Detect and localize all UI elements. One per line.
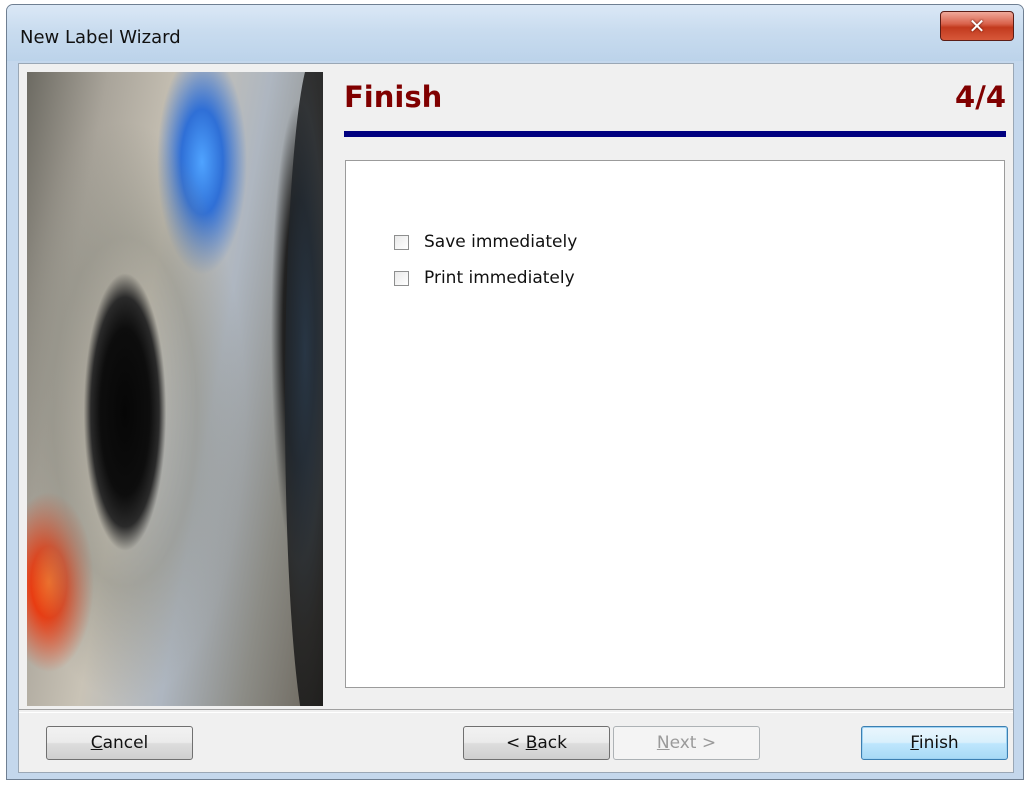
step-indicator: 4/4 <box>955 80 1006 114</box>
page-title: Finish <box>344 80 443 114</box>
print-immediately-option[interactable]: Print immediately <box>394 267 575 289</box>
save-immediately-checkbox[interactable] <box>394 234 409 250</box>
header-divider <box>344 131 1006 137</box>
close-button[interactable]: ✕ <box>940 11 1014 41</box>
disc-edge-shadow <box>285 72 323 706</box>
wizard-header: Finish 4/4 <box>344 72 1006 137</box>
finish-label: Finish <box>910 733 959 753</box>
wizard-client-area: Finish 4/4 Save immediately Print immedi… <box>18 63 1014 773</box>
back-button[interactable]: < Back <box>463 726 610 760</box>
window-title: New Label Wizard <box>20 27 181 48</box>
wizard-window: New Label Wizard ✕ Finish 4/4 Save immed… <box>6 4 1024 780</box>
finish-button[interactable]: Finish <box>861 726 1008 760</box>
next-button[interactable]: Next > <box>613 726 760 760</box>
save-immediately-option[interactable]: Save immediately <box>394 231 577 253</box>
options-panel: Save immediately Print immediately <box>345 160 1005 688</box>
cancel-button[interactable]: Cancel <box>46 726 193 760</box>
button-bar-divider <box>19 709 1013 713</box>
back-label: < Back <box>506 733 567 753</box>
save-immediately-label: Save immediately <box>424 232 578 252</box>
print-immediately-label: Print immediately <box>424 268 575 288</box>
cd-disc-image <box>27 72 323 706</box>
close-icon: ✕ <box>968 14 986 38</box>
title-bar[interactable]: New Label Wizard ✕ <box>7 5 1023 61</box>
cancel-label: Cancel <box>90 733 149 753</box>
print-immediately-checkbox[interactable] <box>394 270 409 286</box>
next-label: Next > <box>656 733 717 753</box>
